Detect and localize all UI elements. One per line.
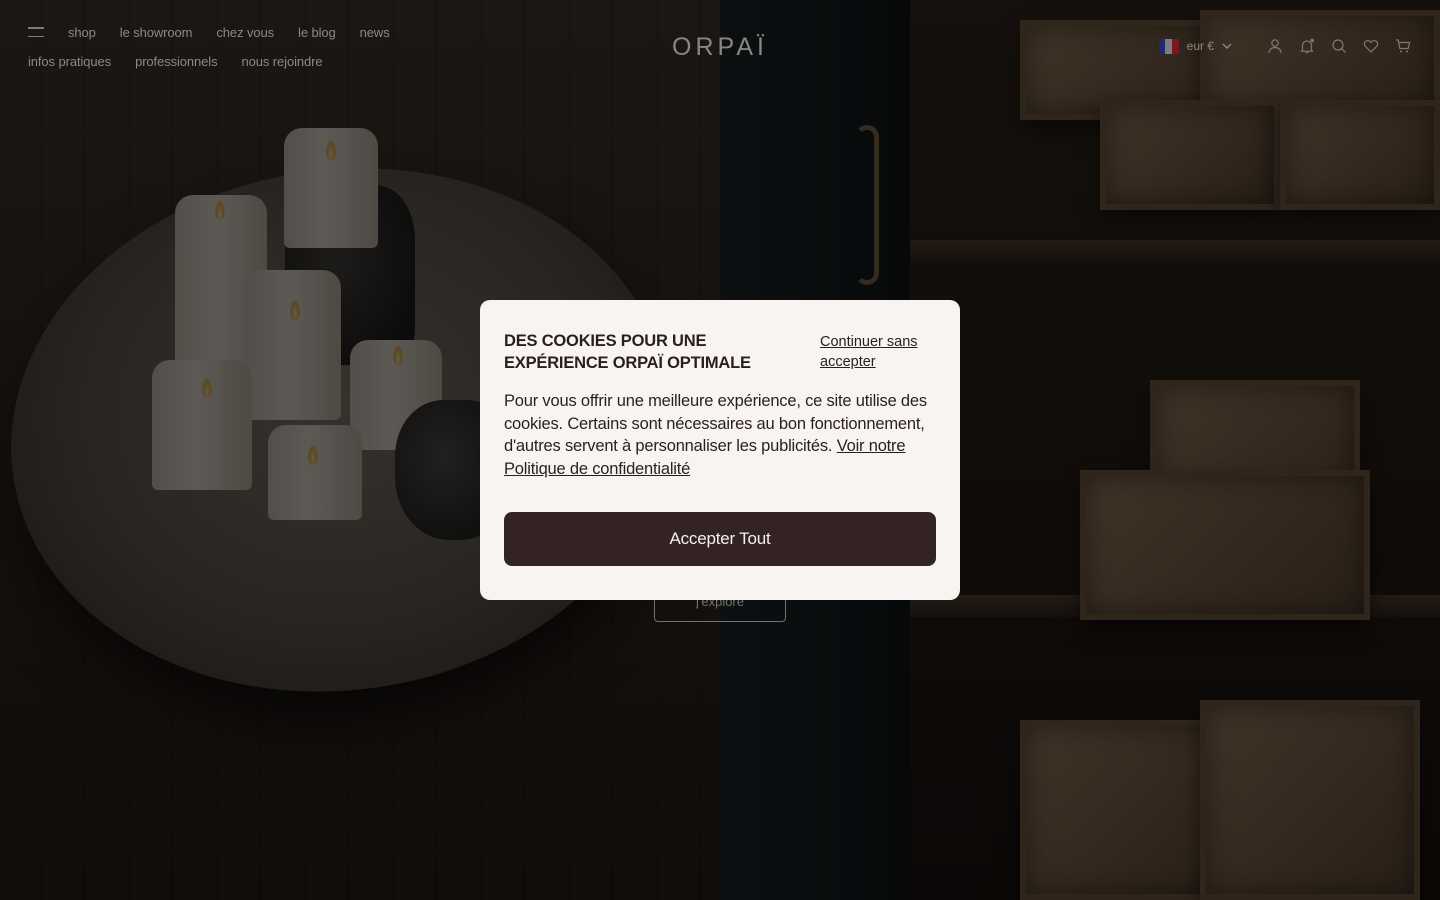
header-actions: eur € (1158, 37, 1412, 55)
search-icon[interactable] (1330, 37, 1348, 55)
site-header: shop le showroom chez vous le blog news … (0, 0, 1440, 90)
wishlist-heart-icon[interactable] (1362, 37, 1380, 55)
page: shop le showroom chez vous le blog news … (0, 0, 1440, 900)
accept-all-button[interactable]: Accepter Tout (504, 512, 936, 566)
cookie-modal-body: Pour vous offrir une meilleure expérienc… (504, 390, 936, 480)
cookie-modal-title: DES COOKIES POUR UNE EXPÉRIENCE ORPAÏ OP… (504, 332, 751, 372)
currency-label: eur € (1186, 39, 1214, 53)
france-flag-icon (1158, 38, 1179, 54)
account-icon[interactable] (1266, 37, 1284, 55)
continue-without-accepting-link[interactable]: Continuer sans accepter (820, 332, 936, 372)
chevron-down-icon (1222, 43, 1232, 49)
cart-icon[interactable] (1394, 37, 1412, 55)
cookie-consent-modal: DES COOKIES POUR UNE EXPÉRIENCE ORPAÏ OP… (480, 300, 960, 600)
currency-selector[interactable]: eur € (1158, 38, 1232, 54)
notifications-icon[interactable] (1298, 37, 1316, 55)
